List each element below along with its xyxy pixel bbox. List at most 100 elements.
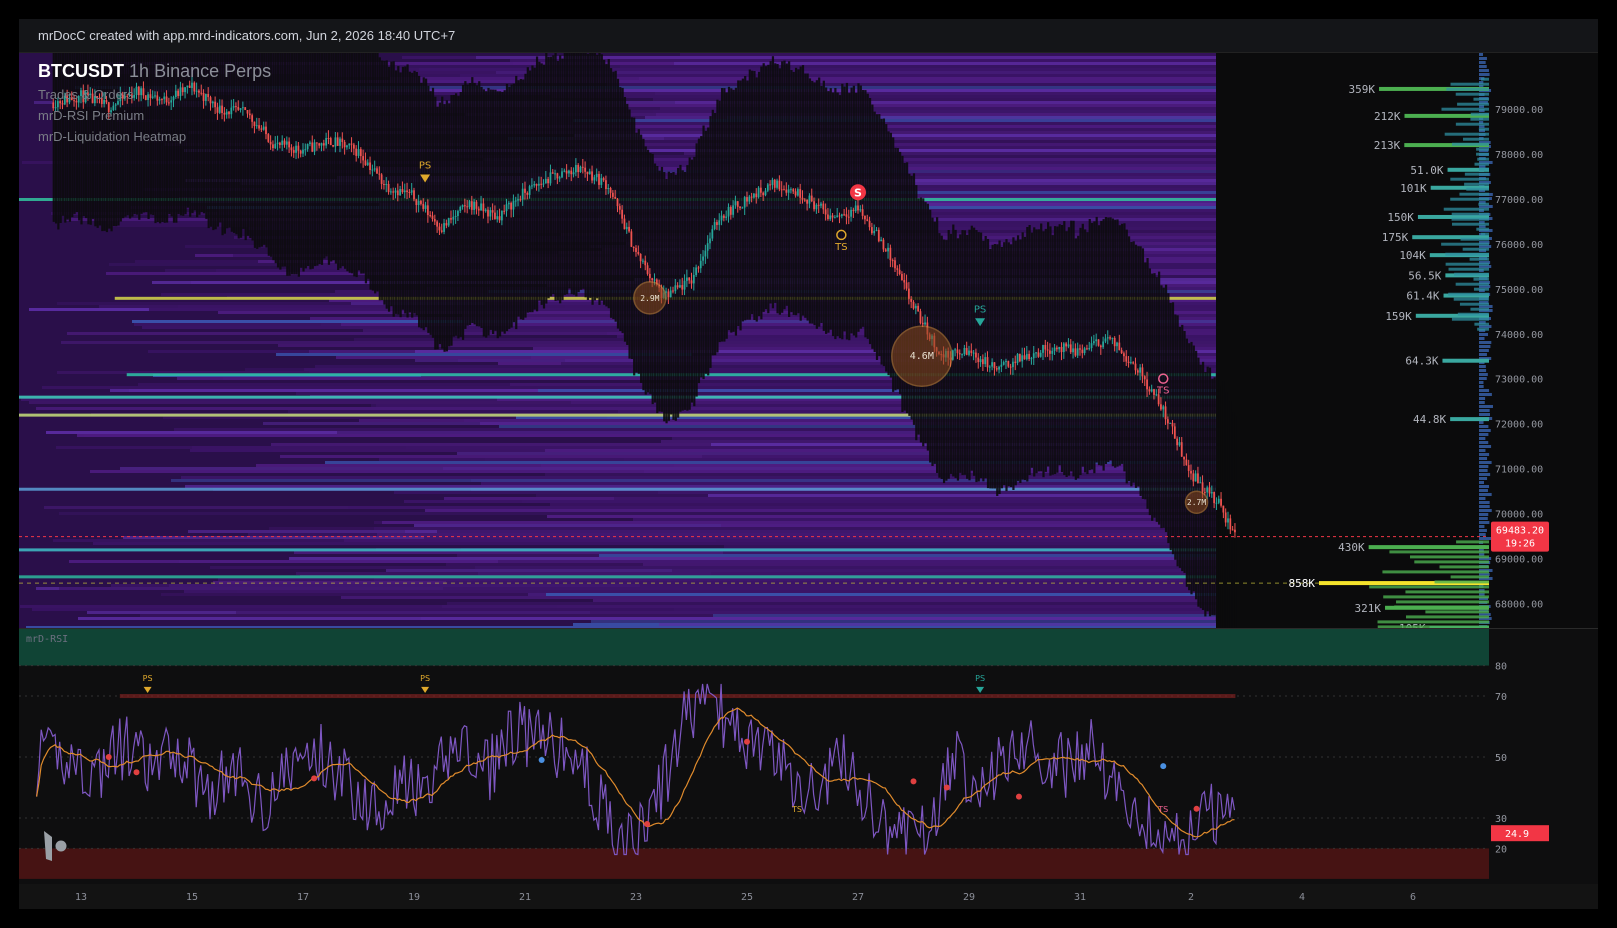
candle-body — [352, 144, 355, 149]
candle-body — [1199, 482, 1202, 484]
candle-shadow — [1058, 224, 1061, 466]
time-axis-svg[interactable]: 13 15 17 19 21 23 25 27 29 31 2 4 6 — [19, 884, 1598, 909]
time-axis-tick: 15 — [186, 892, 198, 903]
volume-edge-bar — [1479, 493, 1492, 496]
candle-body — [924, 322, 926, 325]
indicator-trades-orders[interactable]: Trades & Orders — [38, 87, 134, 102]
heatmap-liquidity-line — [19, 575, 1216, 579]
candle-body — [165, 96, 168, 103]
price-pane[interactable]: 2.9M 4.6M 2.7M PS S TS PS TS 79000.00 78000.00 770… — [19, 53, 1598, 628]
candle-shadow — [1028, 225, 1031, 475]
candle-body — [385, 184, 388, 185]
volume-profile-label: 104K — [1399, 249, 1426, 262]
candle-shadow — [267, 53, 270, 256]
candle-body — [734, 201, 737, 206]
candle-body — [1217, 498, 1220, 503]
candle-body — [965, 348, 968, 355]
candle-body — [200, 92, 203, 94]
indicator-liquidation-heatmap[interactable]: mrD-Liquidation Heatmap — [38, 129, 186, 144]
candle-body — [995, 368, 998, 370]
signal-ts-label: TS — [1156, 386, 1169, 397]
heatmap-band — [382, 521, 1216, 524]
candle-body — [1104, 338, 1107, 342]
rsi-pane[interactable]: 80 70 50 30 20 PS PS TS PS TS 24.9 mrD-RSI — [19, 628, 1598, 885]
candle-body — [470, 201, 473, 210]
candle-body — [1046, 349, 1049, 351]
candle-body — [487, 209, 489, 217]
candle-body — [699, 260, 702, 269]
candle-shadow — [1192, 345, 1195, 592]
rsi-ts-label: TS — [1157, 805, 1168, 814]
candle-body — [991, 362, 994, 367]
candle-body — [373, 168, 376, 170]
volume-profile-fill — [1453, 297, 1489, 301]
candle-body — [198, 90, 200, 93]
candle-body — [796, 189, 799, 196]
candle-shadow — [323, 53, 326, 259]
candle-body — [637, 252, 640, 254]
heatmap-band — [185, 485, 1216, 488]
volume-profile-fill — [1405, 590, 1489, 594]
candle-body — [593, 177, 596, 181]
volume-profile: 359K 212K 213K 51.0K 101K 150K 175K 104K 56.5K 61… — [1289, 77, 1489, 628]
candle-body — [970, 350, 973, 353]
candle-body — [563, 170, 566, 172]
candle-body — [477, 208, 480, 211]
candle-shadow — [1040, 223, 1043, 472]
candle-shadow — [806, 73, 809, 321]
candle-body — [410, 190, 413, 193]
rsi-ma-line — [36, 707, 1235, 838]
rsi-chart-svg[interactable]: 80 70 50 30 20 PS PS TS PS TS 24.9 — [19, 629, 1598, 885]
indicator-rsi-premium[interactable]: mrD-RSI Premium — [38, 108, 144, 123]
candle-body — [1208, 487, 1211, 494]
candle-shadow — [346, 53, 349, 272]
candle-body — [482, 203, 485, 212]
candle-body — [221, 105, 223, 113]
candle-body — [713, 222, 716, 230]
candle-body — [285, 141, 288, 145]
candle-body — [403, 190, 406, 193]
time-axis-tick: 13 — [75, 892, 87, 903]
candle-body — [683, 280, 686, 290]
volume-edge-bar — [1479, 369, 1487, 372]
candle-body — [313, 142, 316, 152]
candle-body — [565, 170, 568, 174]
candle-body — [1018, 353, 1021, 362]
candle-body — [1160, 404, 1162, 410]
candle-body — [632, 246, 635, 248]
candle-body — [993, 362, 996, 369]
candle-body — [343, 142, 346, 148]
symbol-legend[interactable]: BTCUSDT 1h Binance Perps — [38, 61, 271, 82]
candle-shadow — [302, 53, 305, 272]
candle-body — [1028, 353, 1031, 359]
candle-body — [158, 99, 161, 101]
volume-edge-bar — [1479, 513, 1489, 516]
candle-body — [736, 201, 739, 207]
candle-body — [177, 90, 180, 96]
candle-body — [1143, 376, 1146, 380]
candle-body — [1076, 348, 1079, 356]
candle-body — [884, 249, 887, 252]
volume-edge-bar — [1479, 481, 1484, 484]
candle-shadow — [672, 172, 675, 420]
volume-edge-bar — [1479, 341, 1492, 344]
candle-shadow — [563, 53, 566, 295]
candle-body — [602, 178, 605, 181]
price-chart-svg[interactable]: 2.9M 4.6M 2.7M PS S TS PS TS 79000.00 78000.00 770… — [19, 53, 1598, 628]
volume-edge-bar — [1479, 521, 1490, 524]
rsi-signal-dot — [1160, 763, 1167, 770]
candle-shadow — [258, 53, 261, 248]
candle-shadow — [304, 53, 307, 269]
time-axis[interactable]: 13 15 17 19 21 23 25 27 29 31 2 4 6 — [19, 884, 1598, 909]
heatmap-band — [181, 476, 1216, 479]
heatmap-band — [78, 617, 1216, 620]
candle-body — [228, 111, 230, 115]
candle-body — [454, 215, 457, 217]
volume-profile-fill — [1451, 142, 1489, 146]
candle-body — [181, 87, 184, 93]
candle-body — [1120, 350, 1123, 354]
candle-shadow — [300, 53, 303, 268]
candle-body — [556, 173, 559, 179]
liquidation-bubble-label: 2.7M — [1187, 498, 1206, 507]
candle-shadow — [295, 53, 298, 275]
